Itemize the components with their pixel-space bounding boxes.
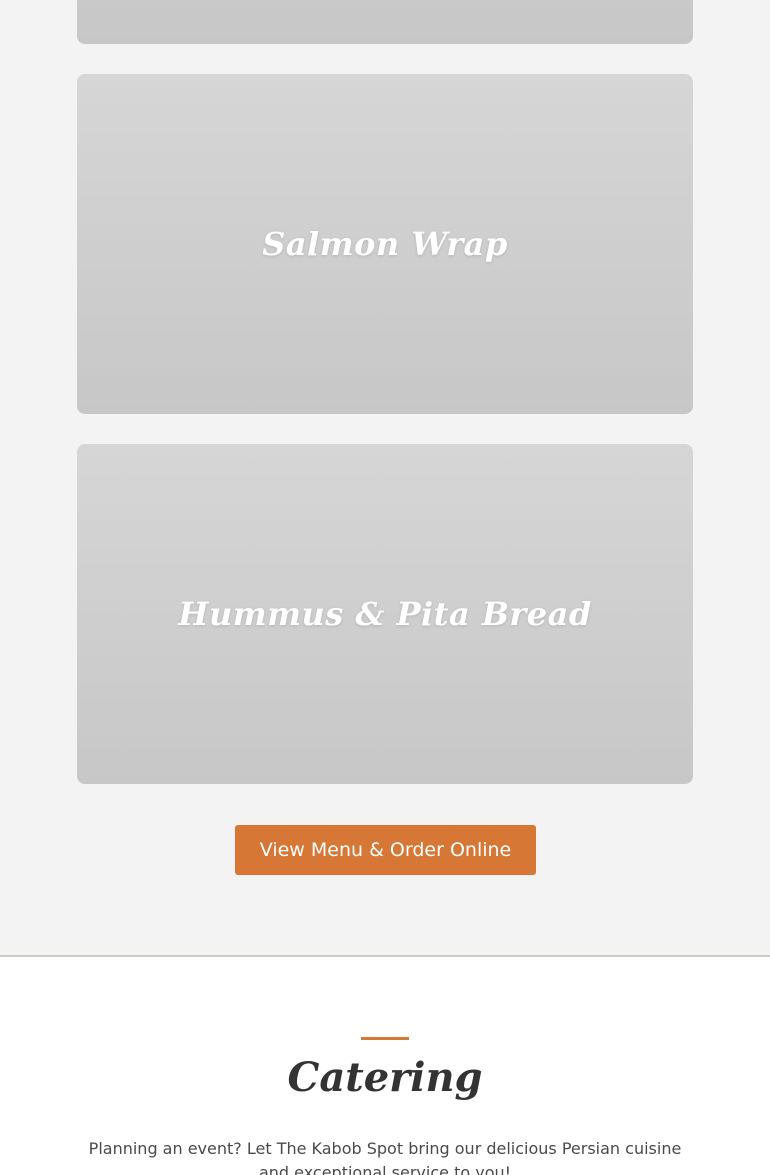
- catering-section: Catering Planning an event? Let The Kabo…: [0, 957, 770, 1175]
- catering-heading: Catering: [287, 1054, 483, 1101]
- menu-item-card[interactable]: [77, 0, 693, 44]
- view-menu-order-online-button[interactable]: View Menu & Order Online: [235, 825, 536, 875]
- featured-menu-section: Salmon Wrap Hummus & Pita Bread View Men…: [0, 0, 770, 955]
- menu-item-title: Salmon Wrap: [262, 225, 508, 263]
- catering-description: Planning an event? Let The Kabob Spot br…: [88, 1139, 682, 1175]
- page: Salmon Wrap Hummus & Pita Bread View Men…: [0, 0, 770, 1175]
- heading-accent-bar: [361, 1037, 409, 1040]
- menu-item-card-hummus-pita[interactable]: Hummus & Pita Bread: [77, 444, 693, 784]
- menu-item-title: Hummus & Pita Bread: [178, 595, 592, 633]
- menu-item-card-salmon-wrap[interactable]: Salmon Wrap: [77, 74, 693, 414]
